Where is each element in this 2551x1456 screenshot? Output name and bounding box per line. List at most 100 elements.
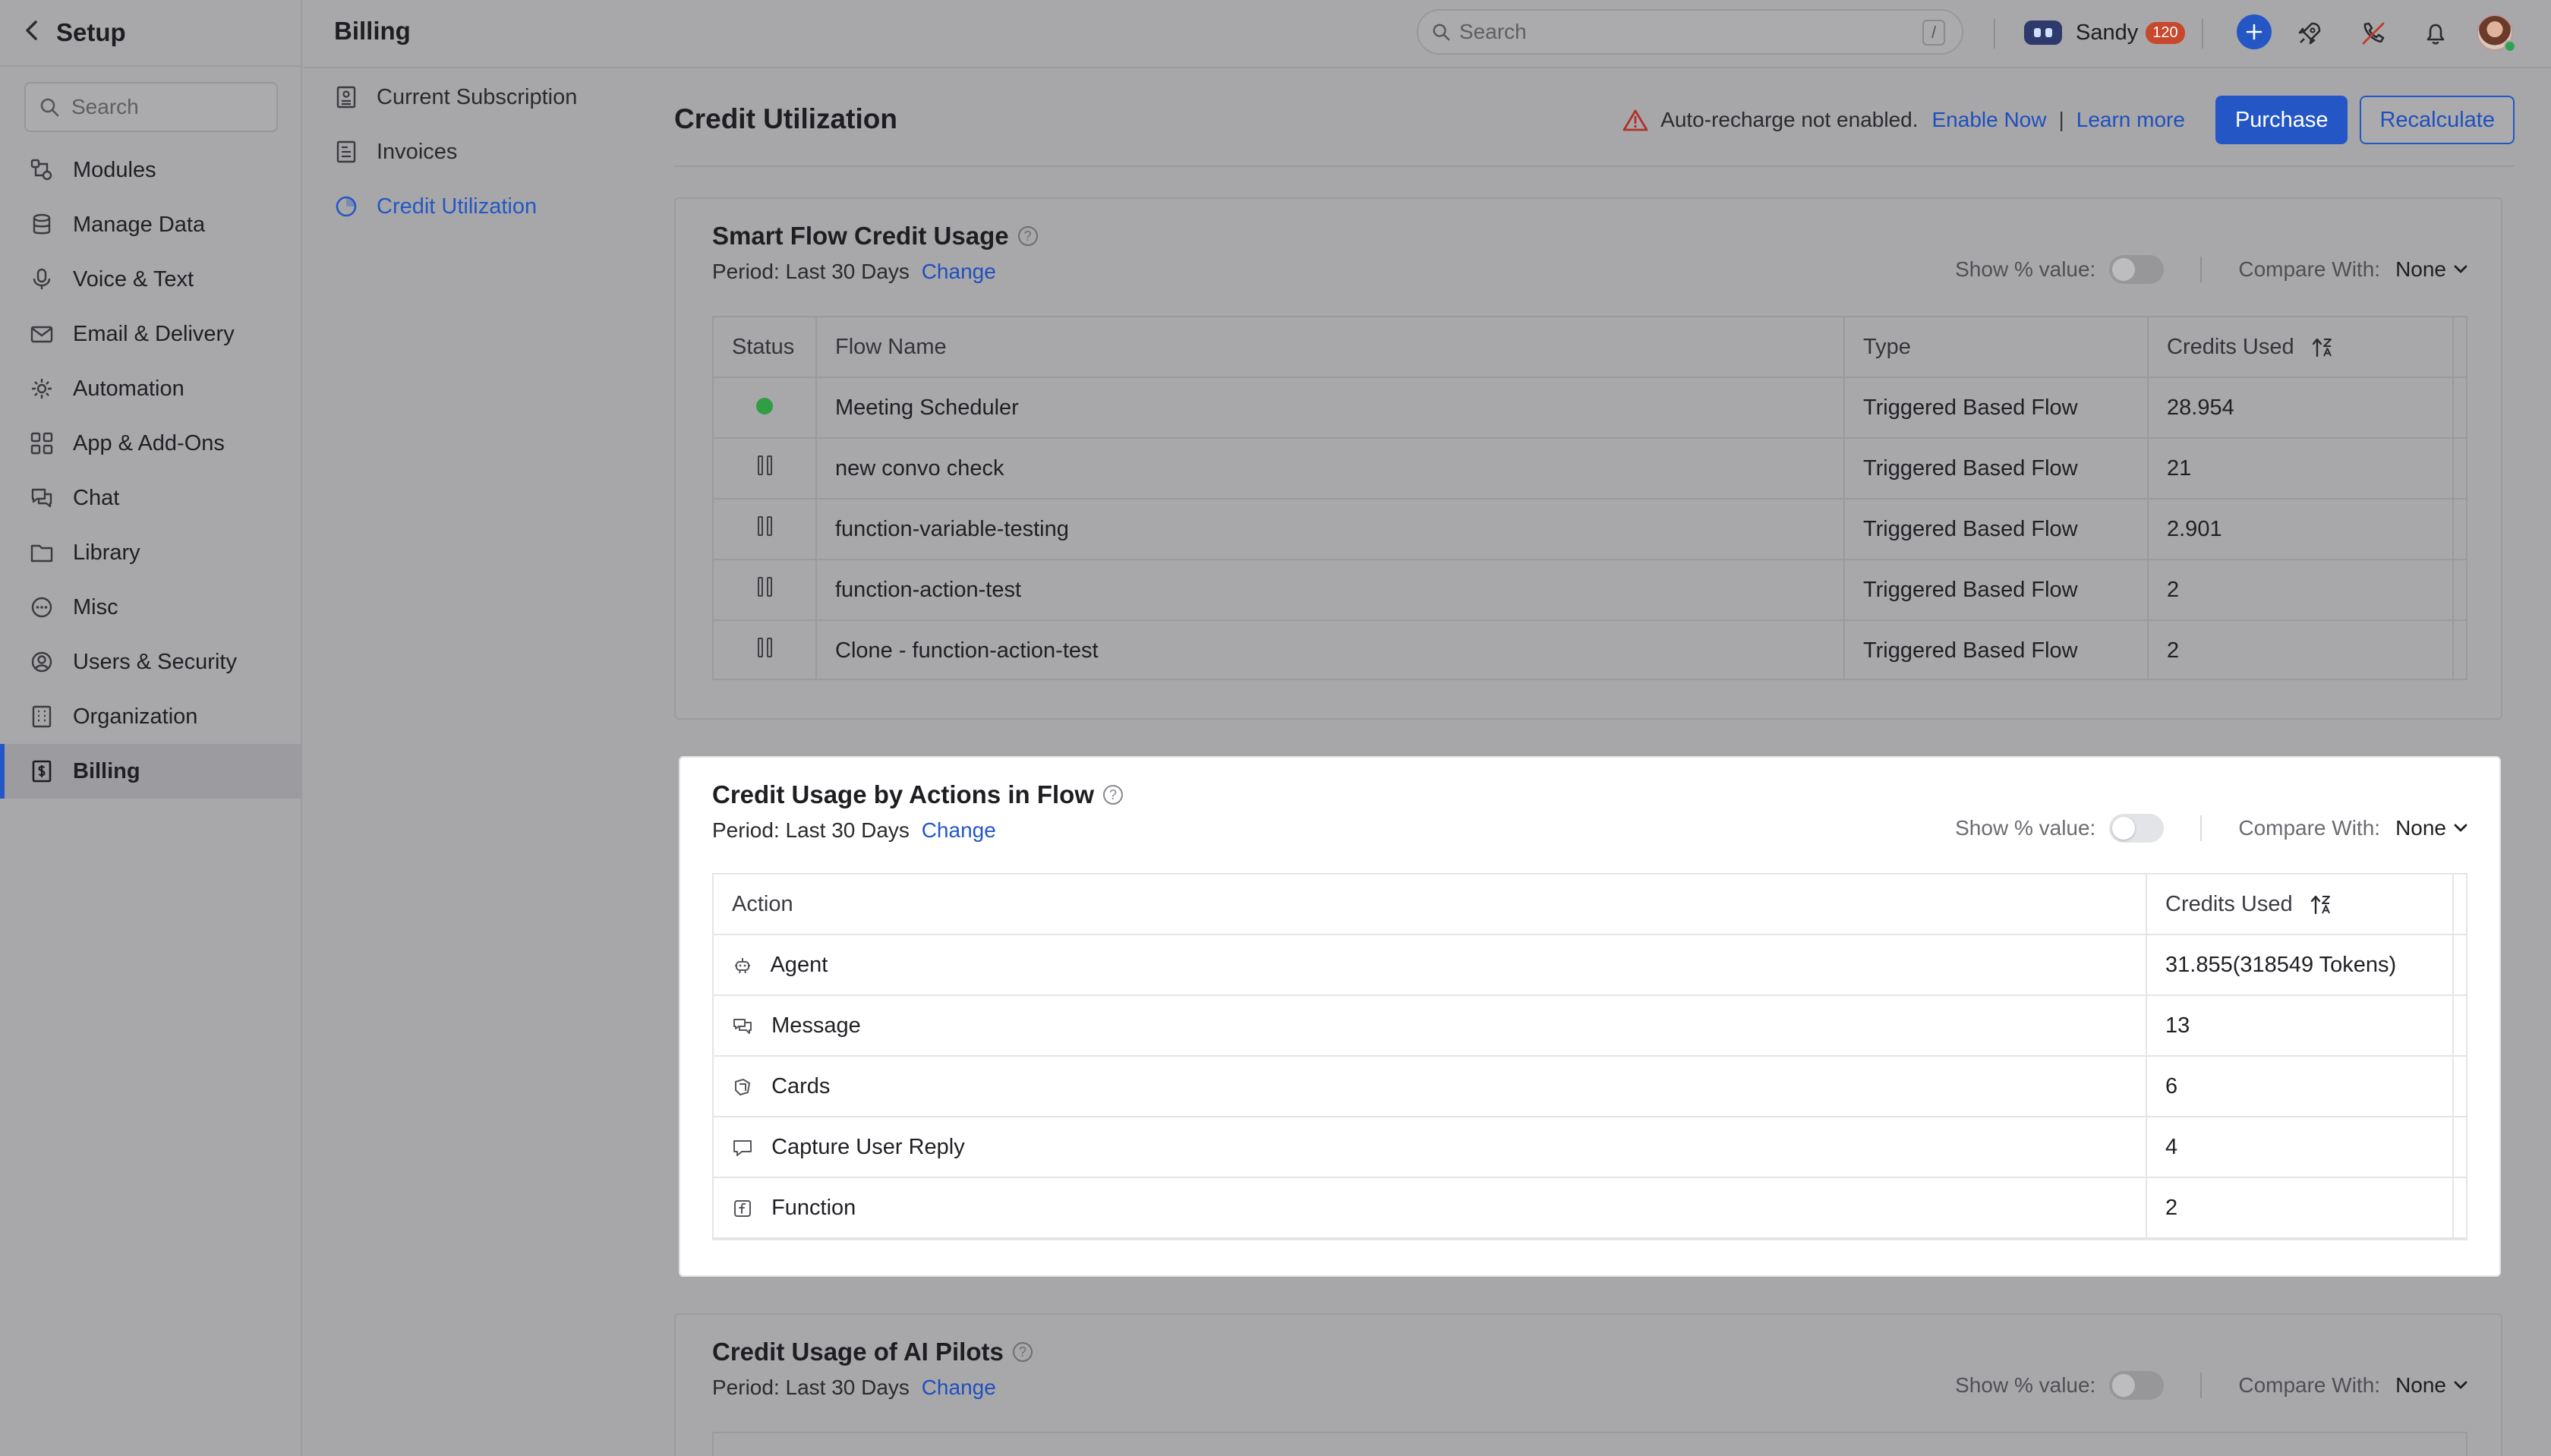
show-percent-toggle[interactable] (2109, 255, 2165, 284)
sidebar-item-label: Voice & Text (73, 266, 194, 292)
add-button[interactable] (2237, 14, 2272, 49)
billing-subnav: Current Subscription Invoices Credit Uti… (304, 70, 623, 234)
subnav-item-invoices[interactable]: Invoices (304, 124, 623, 179)
sidebar-item-organization[interactable]: Organization (0, 689, 301, 744)
subscription-icon (334, 85, 358, 109)
table-row[interactable]: new convo check Triggered Based Flow 21 (712, 437, 2467, 500)
user-circle-icon (29, 649, 55, 675)
smart-flow-credit-card: Smart Flow Credit Usage ? Period: Last 3… (674, 197, 2502, 720)
bot-avatar-icon (2024, 20, 2062, 45)
compare-with-select[interactable]: None (2395, 257, 2467, 282)
action-cell: Cards (712, 1055, 2147, 1117)
purchase-button[interactable]: Purchase (2215, 96, 2348, 144)
user-menu[interactable]: Sandy 120 (2024, 15, 2185, 50)
table-clip-mask (712, 1240, 2467, 1275)
paused-status-icon (757, 577, 772, 597)
sidebar-item-users-security[interactable]: Users & Security (0, 635, 301, 689)
rocket-icon[interactable] (2291, 15, 2328, 52)
period-label: Period: Last 30 Days (712, 1376, 910, 1399)
scrollbar-cell (2452, 1116, 2467, 1178)
billing-icon (29, 758, 55, 784)
show-percent-label: Show % value: (1955, 1373, 2096, 1397)
sidebar-item-app-addons[interactable]: App & Add-Ons (0, 416, 301, 471)
invoice-icon (334, 140, 358, 164)
bell-icon[interactable] (2417, 15, 2454, 52)
global-search-input[interactable]: Search / (1417, 9, 1963, 55)
table-row[interactable]: function-variable-testing Triggered Base… (712, 498, 2467, 560)
setup-sidebar: Setup Search Modules Manage Data Voice &… (0, 0, 302, 1456)
column-header-credits-used[interactable]: Credits Used (2146, 873, 2454, 935)
sidebar-item-label: Manage Data (73, 212, 206, 237)
table-row[interactable]: Function 2 (712, 1177, 2467, 1239)
user-avatar[interactable] (2477, 14, 2516, 52)
search-shortcut-key: / (1922, 20, 1945, 46)
compare-with-select[interactable]: None (2395, 816, 2467, 840)
show-percent-toggle[interactable] (2109, 1371, 2165, 1400)
change-period-link[interactable]: Change (922, 260, 996, 283)
sidebar-item-automation[interactable]: Automation (0, 361, 301, 416)
sidebar-item-chat[interactable]: Chat (0, 471, 301, 525)
sidebar-item-label: Organization (73, 704, 198, 729)
sidebar-item-label: Library (73, 540, 140, 565)
sidebar-search-input[interactable]: Search (24, 82, 278, 132)
scrollbar-column (2452, 316, 2467, 378)
actions-table: Action Credits Used Agent 31.855(318549 … (712, 873, 2467, 1239)
flow-type-cell: Triggered Based Flow (1843, 377, 2149, 439)
sidebar-item-library[interactable]: Library (0, 525, 301, 580)
paused-status-icon (757, 638, 772, 657)
sidebar-item-label: Chat (73, 485, 120, 510)
card-title: Credit Usage of AI Pilots ? (712, 1338, 1033, 1366)
column-header-credits-used[interactable]: Credits Used (2147, 316, 2454, 378)
link-separator: | (2058, 108, 2064, 131)
sidebar-item-modules[interactable]: Modules (0, 143, 301, 197)
table-row[interactable]: Capture User Reply 4 (712, 1116, 2467, 1178)
help-icon[interactable]: ? (1017, 226, 1038, 246)
function-icon (732, 1198, 753, 1219)
section-title: Credit Utilization (674, 103, 897, 134)
table-row[interactable]: Agent 31.855(318549 Tokens) (712, 934, 2467, 996)
sidebar-item-voice-text[interactable]: Voice & Text (0, 252, 301, 307)
credit-utilization-icon (334, 194, 358, 219)
sidebar-item-email-delivery[interactable]: Email & Delivery (0, 307, 301, 361)
compare-with-label: Compare With: (2238, 1373, 2381, 1397)
help-icon[interactable]: ? (1103, 785, 1124, 805)
online-status-indicator (2504, 40, 2516, 52)
show-percent-toggle[interactable] (2109, 814, 2165, 843)
subnav-item-credit-utilization[interactable]: Credit Utilization (304, 179, 623, 234)
scrollbar-cell (2452, 1177, 2467, 1239)
sidebar-item-label: Misc (73, 594, 118, 619)
enable-now-link[interactable]: Enable Now (1932, 108, 2047, 132)
search-icon (40, 98, 59, 117)
flow-type-cell: Triggered Based Flow (1843, 619, 2149, 682)
phone-off-icon[interactable] (2355, 15, 2392, 52)
table-row[interactable]: Meeting Scheduler Triggered Based Flow 2… (712, 377, 2467, 439)
database-icon (29, 212, 55, 238)
message-icon (732, 1016, 753, 1037)
help-icon[interactable]: ? (1012, 1342, 1033, 1362)
card-title: Smart Flow Credit Usage ? (712, 222, 1038, 251)
column-header-status: Status (712, 316, 817, 378)
sidebar-item-billing[interactable]: Billing (0, 744, 301, 799)
auto-recharge-warning: Auto-recharge not enabled. (1660, 108, 1919, 131)
table-row[interactable]: Clone - function-action-test Triggered B… (712, 619, 2467, 682)
sort-icon[interactable] (2310, 893, 2332, 916)
table-row[interactable]: function-action-test Triggered Based Flo… (712, 559, 2467, 621)
back-arrow-icon[interactable] (23, 17, 56, 49)
subnav-item-current-subscription[interactable]: Current Subscription (304, 70, 623, 124)
more-circle-icon (29, 594, 55, 620)
change-period-link[interactable]: Change (922, 818, 996, 842)
table-header-row: Status Flow Name Type Credits Used (712, 316, 2467, 378)
change-period-link[interactable]: Change (922, 1376, 996, 1399)
compare-with-label: Compare With: (2238, 257, 2381, 281)
sort-icon[interactable] (2311, 336, 2334, 359)
learn-more-link[interactable]: Learn more (2076, 108, 2185, 132)
sidebar-item-manage-data[interactable]: Manage Data (0, 197, 301, 252)
setup-nav: Modules Manage Data Voice & Text Email &… (0, 143, 301, 799)
action-label: Cards (771, 1073, 831, 1098)
sidebar-item-misc[interactable]: Misc (0, 580, 301, 635)
compare-with-select[interactable]: None (2395, 1373, 2467, 1398)
table-row[interactable]: Cards 6 (712, 1055, 2467, 1117)
action-label: Capture User Reply (771, 1134, 965, 1159)
table-row[interactable]: Message 13 (712, 994, 2467, 1057)
recalculate-button[interactable]: Recalculate (2360, 96, 2515, 144)
